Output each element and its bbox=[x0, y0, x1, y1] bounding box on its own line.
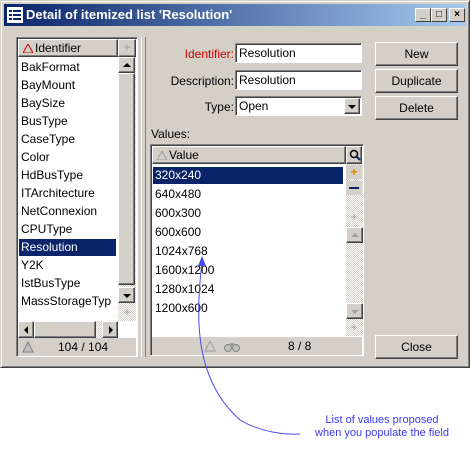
annotation-text: List of values proposed when you populat… bbox=[292, 414, 472, 440]
callout-line bbox=[198, 256, 301, 435]
annotation-line-1: List of values proposed bbox=[325, 414, 439, 426]
annotation-line-2: when you populate the field bbox=[315, 427, 449, 439]
